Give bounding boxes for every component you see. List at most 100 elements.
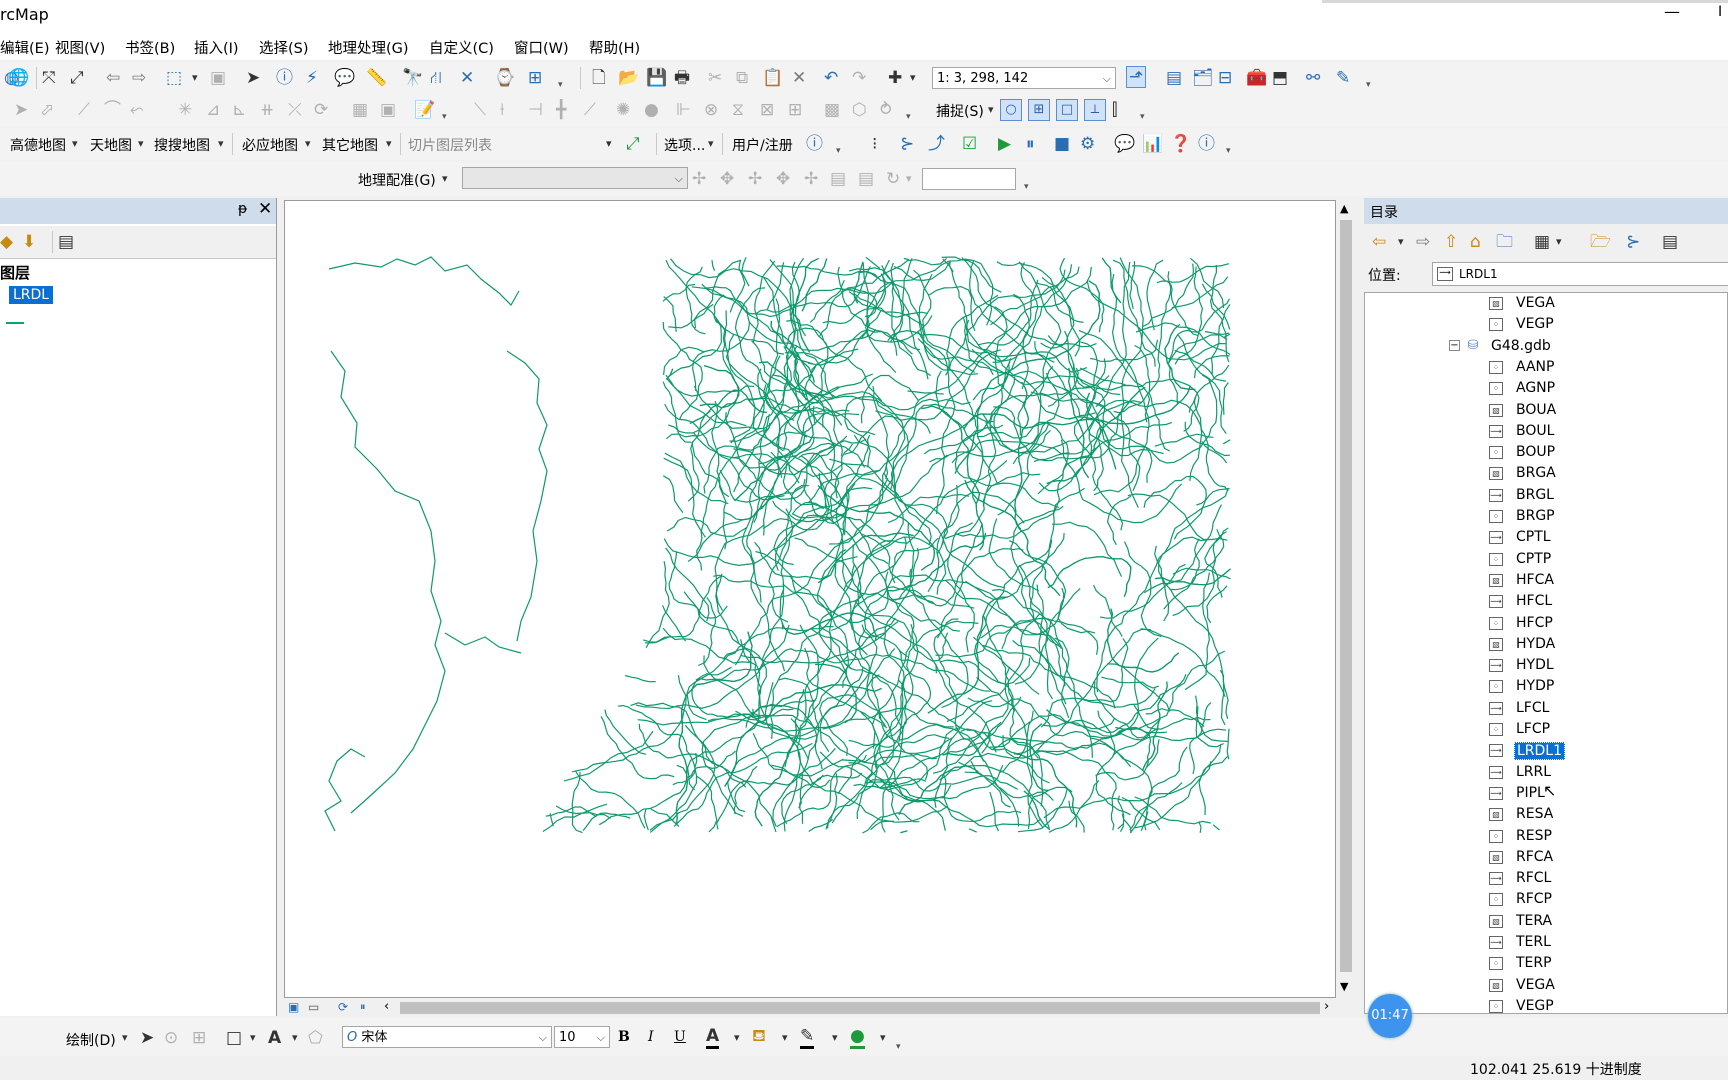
home-icon[interactable]: ⌂ [1470,232,1481,252]
catalog-item[interactable]: ▧ BRGA [1365,464,1727,485]
chevron-down-icon[interactable]: ▾ [218,134,224,154]
dropdown-arrow-icon[interactable]: ▾ [192,68,198,88]
new-document-icon[interactable]: 🗋 [592,68,606,88]
about-icon[interactable]: ⓘ [1198,134,1215,154]
catalog-item[interactable]: ▧ BOUA [1365,401,1727,422]
toolbar-grip[interactable]: ▾ [1226,146,1234,156]
toolbar-grip[interactable]: ▾ [836,146,844,156]
catalog-item[interactable]: ⁘ CPTP [1365,550,1727,571]
font-size-combo[interactable]: 10 ⌵ [554,1026,610,1048]
advanced-edit-4-icon[interactable]: ⊠ [760,100,774,120]
rotate-element-icon[interactable]: ⊙ [164,1028,178,1048]
route-icon[interactable]: ⤴ [928,134,945,154]
hyperlink-icon[interactable]: ⚡ [306,68,318,88]
up-one-level-icon[interactable]: ⇧ [1444,232,1458,252]
georeferencing-menu[interactable]: 地理配准(G) [358,170,436,190]
refresh-icon[interactable]: ⟳ [338,1000,348,1014]
catalog-item[interactable]: ⟿ LFCL [1365,699,1727,720]
basemap-gaode[interactable]: 高德地图 [10,135,66,155]
chevron-down-icon[interactable]: ▾ [292,1028,298,1048]
catalog-item[interactable]: ▧ HFCA [1365,571,1727,592]
chevron-down-icon[interactable]: ▾ [906,169,912,189]
advanced-edit-6-icon[interactable]: ▩ [824,100,840,120]
rectangle-icon[interactable]: □ [226,1028,242,1048]
catalog-item[interactable]: ⟿ RFCL [1365,869,1727,890]
map-vertical-scrollbar[interactable]: ▲ ▼ [1336,200,1356,998]
create-viewer-icon[interactable]: ⊞ [528,68,542,88]
chevron-down-icon[interactable]: ▾ [72,134,78,154]
menu-help[interactable]: 帮助(H) [589,37,640,58]
chevron-down-icon[interactable]: ▾ [122,1028,128,1048]
view-options-icon[interactable]: ▦ [1534,232,1550,252]
open-icon[interactable]: 📂 [618,68,639,88]
bold-button[interactable]: B [618,1029,630,1045]
help-icon[interactable]: ❓ [1170,134,1191,154]
auto-adjust-icon[interactable]: ✢ [804,169,818,189]
attributes-icon[interactable]: ▦ [352,100,368,120]
search-window-icon[interactable]: ⊟ [1218,68,1232,88]
menu-windows[interactable]: 窗口(W) [514,37,569,58]
chevron-down-icon[interactable]: ▾ [1398,232,1404,252]
toggle-tree-icon[interactable]: ⊱ [1626,232,1640,252]
catalog-item[interactable]: ▧ HYDA [1365,635,1727,656]
toolbar-grip[interactable]: ▾ [1366,80,1374,90]
reshape-icon[interactable]: ⊾ [232,100,246,120]
georef-layer-combo[interactable]: ⌵ [462,167,688,189]
zoom-out-fixed-icon[interactable]: ⤢ [70,68,84,88]
add-control-points-icon[interactable]: ✢ [692,169,706,189]
chevron-down-icon[interactable]: ⌵ [539,1027,547,1049]
model-builder-icon[interactable]: ⚯ [1306,68,1320,88]
map-scale-combo[interactable]: 1: 3, 298, 142 ⌵ [932,67,1116,89]
chevron-down-icon[interactable]: ▾ [708,134,714,154]
scroll-up-icon[interactable]: ▲ [1340,202,1348,215]
advanced-edit-8-icon[interactable]: ⥁ [880,100,892,120]
scroll-thumb[interactable] [400,1002,1320,1014]
add-tile-icon[interactable]: ⤢ [626,134,640,154]
catalog-item[interactable]: ⁘ AANP [1365,358,1727,379]
basemap-bing[interactable]: 必应地图 [242,135,298,155]
settings-icon[interactable]: ⚙ [1080,134,1095,154]
catalog-item[interactable]: ⁘ RFCP [1365,890,1727,911]
sphere-icon[interactable]: ● [644,100,659,120]
pause-drawing-icon[interactable]: ⏸ [360,1000,366,1014]
advanced-edit-7-icon[interactable]: ⬡ [852,100,867,120]
scroll-right-icon[interactable]: › [1324,999,1329,1014]
map-view[interactable] [284,200,1336,998]
line-color-icon[interactable]: ✎ [800,1026,815,1049]
font-color-icon[interactable]: A [706,1026,720,1049]
chart-icon[interactable]: 📊 [1142,134,1163,154]
catalog-options-icon[interactable]: ▤ [1662,232,1678,252]
catalog-item[interactable]: ⟿ LRDL1 [1365,741,1727,762]
menu-view[interactable]: 视图(V) [55,37,105,58]
chevron-down-icon[interactable]: ▾ [138,134,144,154]
collapse-icon[interactable]: − [1449,339,1460,351]
toolbar-grip[interactable]: ▾ [1140,112,1148,122]
catalog-item[interactable]: ▧ VEGA [1365,294,1727,315]
catalog-item[interactable]: ⁘ BRGP [1365,507,1727,528]
catalog-item[interactable]: ⁘ TERP [1365,954,1727,975]
line-symbol-icon[interactable] [6,322,24,324]
chevron-down-icon[interactable]: ▾ [832,1028,838,1048]
save-icon[interactable]: 💾 [646,68,667,88]
select-link-icon[interactable]: ✥ [720,169,734,189]
tile-layer-list[interactable]: 切片图层列表 [408,135,492,155]
edge-snap-icon[interactable]: ⟂ [1084,99,1106,121]
undo-icon[interactable]: ↶ [824,68,838,88]
catalog-item[interactable]: ⁘ LFCP [1365,720,1727,741]
info-icon[interactable]: ⓘ [806,134,823,154]
viewer-icon[interactable]: ▤ [858,169,874,189]
advanced-edit-2-icon[interactable]: ⊗ [704,100,718,120]
print-icon[interactable]: 🖶 [674,68,690,88]
line-intersect-icon[interactable]: ⟋ [584,100,596,120]
copy-icon[interactable]: ⧉ [736,68,748,88]
basemap-other[interactable]: 其它地图 [322,135,378,155]
forward-icon[interactable]: ⇨ [1416,232,1430,252]
new-folder-icon[interactable]: 🗁 [1590,232,1611,252]
text-tool-icon[interactable]: A [268,1028,281,1048]
menu-customize[interactable]: 自定义(C) [429,37,494,58]
play-icon[interactable]: ▶ [998,134,1011,154]
check-icon[interactable]: ☑ [962,134,977,154]
recording-timer-badge[interactable]: 01:47 [1368,994,1412,1038]
catalog-item[interactable]: ▧ RFCA [1365,848,1727,869]
trim-icon[interactable]: ⟊ [500,100,504,120]
